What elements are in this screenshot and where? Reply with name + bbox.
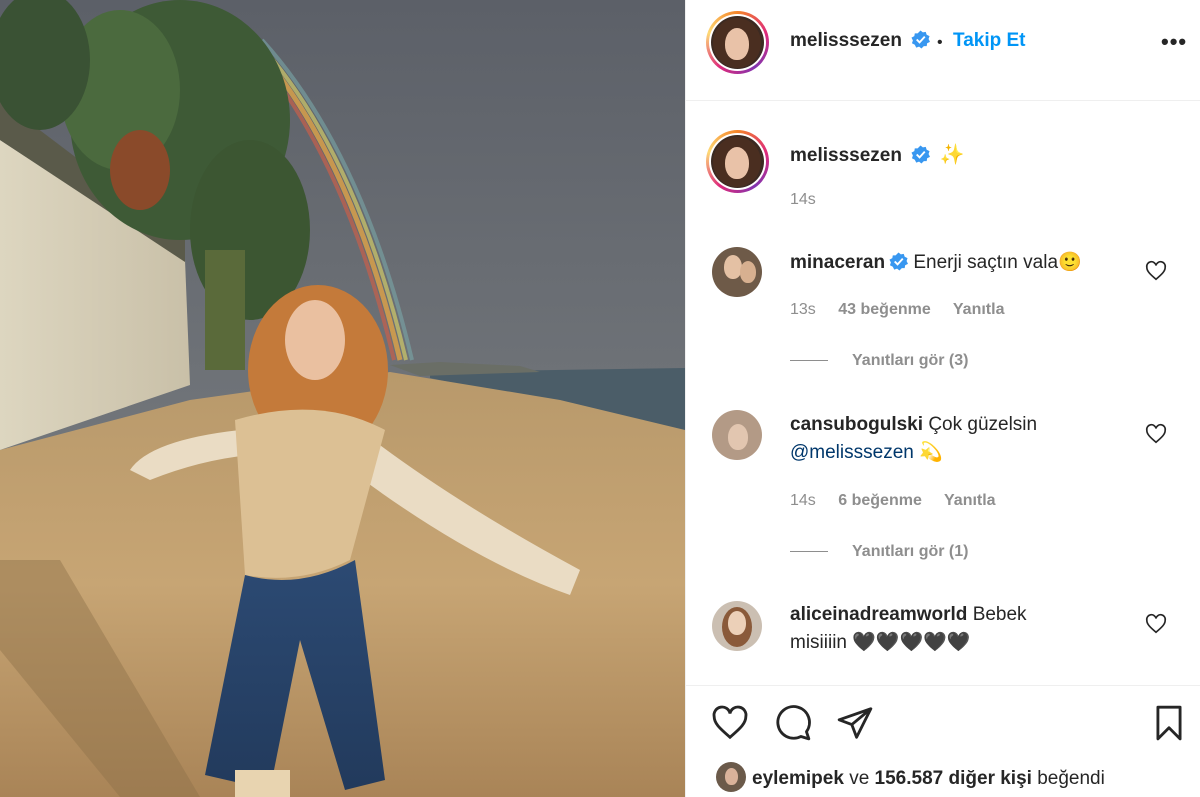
- verified-badge-icon: [911, 145, 931, 164]
- view-replies-button[interactable]: Yanıtları gör (3): [790, 352, 968, 370]
- more-options-icon[interactable]: •••: [1161, 29, 1187, 55]
- beach-rainbow-photo: [0, 0, 685, 797]
- comment-like-heart-icon[interactable]: [1145, 613, 1167, 635]
- comment-username[interactable]: minaceran: [790, 252, 885, 273]
- comment-meta: 13s 43 beğenme Yanıtla: [790, 301, 1022, 319]
- mention-link[interactable]: @melisssezen: [790, 442, 914, 463]
- header-avatar[interactable]: [706, 11, 769, 74]
- likes-count[interactable]: 156.587 diğer kişi: [875, 768, 1032, 789]
- header-username[interactable]: melisssezen: [790, 30, 931, 52]
- comment-likes-count[interactable]: 43 beğenme: [838, 301, 930, 318]
- comment-time[interactable]: 14s: [790, 492, 816, 509]
- view-replies-button[interactable]: Yanıtları gör (1): [790, 543, 968, 561]
- comment-like-heart-icon[interactable]: [1145, 423, 1167, 445]
- verified-badge-icon: [889, 252, 909, 271]
- follow-button[interactable]: Takip Et: [953, 30, 1026, 52]
- comment-avatar-cansubogulski[interactable]: [712, 410, 762, 460]
- replies-divider: [790, 360, 828, 362]
- comment-aliceinadreamworld: aliceinadreamworld Bebek misiiiin 🖤🖤🖤🖤🖤: [790, 601, 1070, 657]
- likes-connector: ve: [849, 768, 870, 789]
- likes-summary[interactable]: eylemipek ve 156.587 diğer kişi beğendi: [716, 762, 1105, 792]
- comment-text: Enerji saçtın vala🙂: [913, 252, 1082, 273]
- post-sidebar: melisssezen • Takip Et ••• melisssezen ✨…: [685, 0, 1200, 797]
- comment-like-heart-icon[interactable]: [1145, 260, 1167, 282]
- comment-icon[interactable]: [774, 704, 812, 742]
- view-replies-label[interactable]: Yanıtları gör (1): [852, 543, 968, 560]
- post-photo[interactable]: [0, 0, 685, 797]
- reply-button[interactable]: Yanıtla: [953, 301, 1005, 318]
- caption-username[interactable]: melisssezen ✨: [790, 142, 964, 167]
- caption-avatar[interactable]: [706, 130, 769, 193]
- comment-emoji: 💫: [919, 442, 943, 463]
- comment-username[interactable]: cansubogulski: [790, 414, 923, 435]
- header-username-text[interactable]: melisssezen: [790, 30, 902, 51]
- comment-minaceran: minaceran Enerji saçtın vala🙂: [790, 249, 1130, 277]
- view-replies-label[interactable]: Yanıtları gör (3): [852, 352, 968, 369]
- paper-plane-icon[interactable]: [836, 704, 874, 742]
- verified-badge-icon: [911, 30, 931, 49]
- heart-icon[interactable]: [711, 704, 749, 742]
- comment-time[interactable]: 13s: [790, 301, 816, 318]
- replies-divider: [790, 551, 828, 553]
- comment-meta: 14s 6 beğenme Yanıtla: [790, 492, 1014, 510]
- liker-username[interactable]: eylemipek: [752, 768, 844, 789]
- action-bar: eylemipek ve 156.587 diğer kişi beğendi: [686, 685, 1200, 797]
- comment-avatar-aliceinadreamworld[interactable]: [712, 601, 762, 651]
- comment-likes-count[interactable]: 6 beğenme: [838, 492, 922, 509]
- caption-text: ✨: [939, 144, 965, 166]
- comment-username[interactable]: aliceinadreamworld: [790, 604, 967, 625]
- reply-button[interactable]: Yanıtla: [944, 492, 996, 509]
- caption-username-text[interactable]: melisssezen: [790, 145, 902, 166]
- comment-avatar-minaceran[interactable]: [712, 247, 762, 297]
- comment-text: Çok güzelsin: [928, 414, 1038, 435]
- bookmark-icon[interactable]: [1150, 704, 1188, 742]
- header-separator: •: [937, 34, 943, 51]
- comment-cansubogulski: cansubogulski Çok güzelsin @melisssezen …: [790, 411, 1130, 467]
- likes-suffix: beğendi: [1037, 768, 1105, 789]
- post-header: melisssezen • Takip Et •••: [686, 0, 1200, 101]
- caption-time[interactable]: 14s: [790, 191, 816, 209]
- liker-avatar[interactable]: [716, 762, 746, 792]
